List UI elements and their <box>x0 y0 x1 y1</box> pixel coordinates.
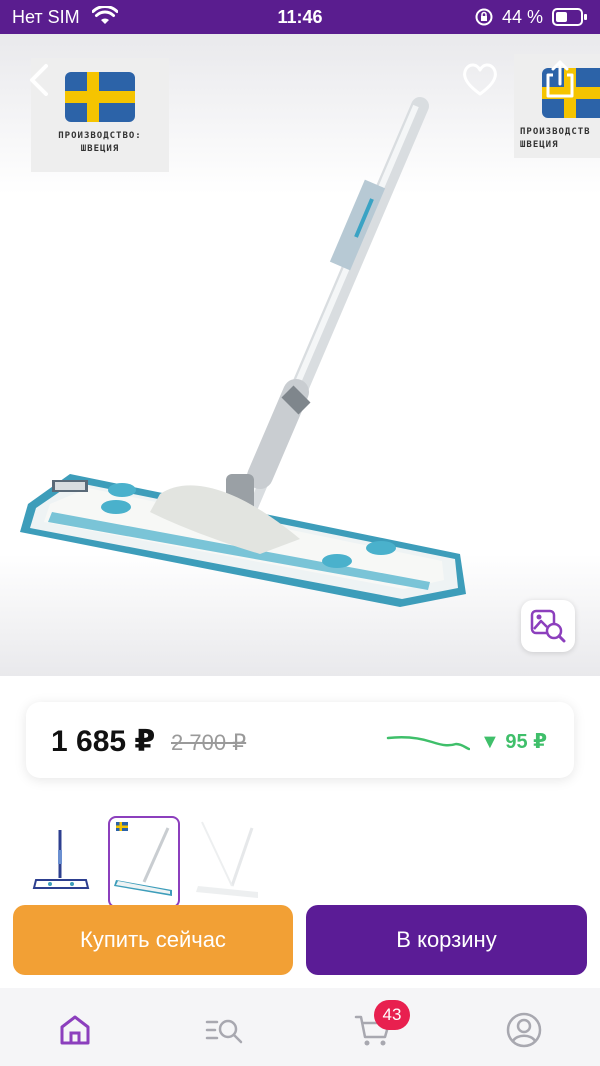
catalog-search-icon[interactable] <box>203 1008 247 1052</box>
badge-text: ПРОИЗВОДСТВО: ШВЕЦИЯ <box>58 131 142 154</box>
image-zoom-button[interactable] <box>521 600 575 652</box>
current-price: 1 685 ₽ <box>51 725 156 758</box>
battery-percent: 44 % <box>502 7 544 27</box>
old-price: 2 700 ₽ <box>171 730 247 755</box>
price-drop: ▼ 95 ₽ <box>480 731 548 753</box>
heart-icon[interactable] <box>458 58 502 102</box>
back-chevron-icon[interactable] <box>24 60 56 100</box>
thumbnail-3[interactable] <box>192 816 264 908</box>
thumbnail-2[interactable] <box>108 816 180 908</box>
price-card[interactable]: 1 685 ₽ 2 700 ₽ ▼ 95 ₽ <box>26 702 574 778</box>
mop-thumbnail-image <box>196 821 258 898</box>
badge-text: ПРОИЗВОДСТВ ШВЕЦИЯ <box>520 127 591 150</box>
home-icon[interactable] <box>53 1008 97 1052</box>
profile-icon[interactable] <box>502 1008 546 1052</box>
sweden-flag-icon <box>65 72 135 122</box>
image-search-icon <box>530 609 566 643</box>
mop-thumbnail-image <box>32 830 90 889</box>
thumbnail-1[interactable] <box>22 816 94 908</box>
mop-thumbnail-image <box>114 822 172 896</box>
cart-count-badge: 43 <box>374 1000 410 1030</box>
add-to-cart-button[interactable]: В корзину <box>306 905 587 975</box>
price-trend-sparkline <box>386 735 470 751</box>
share-icon[interactable] <box>538 58 582 102</box>
bottom-navigation <box>0 988 600 1066</box>
thumbnail-strip <box>22 816 582 908</box>
status-bar: Нет SIM 11:46 44 % <box>0 0 600 34</box>
battery-icon <box>552 8 587 26</box>
orientation-lock-icon <box>475 8 493 26</box>
buy-now-button[interactable]: Купить сейчас <box>13 905 293 975</box>
product-image[interactable]: ПРОИЗВОДСТВО: ШВЕЦИЯ ПРОИЗВОДСТВ ШВЕЦИЯ <box>0 34 600 676</box>
